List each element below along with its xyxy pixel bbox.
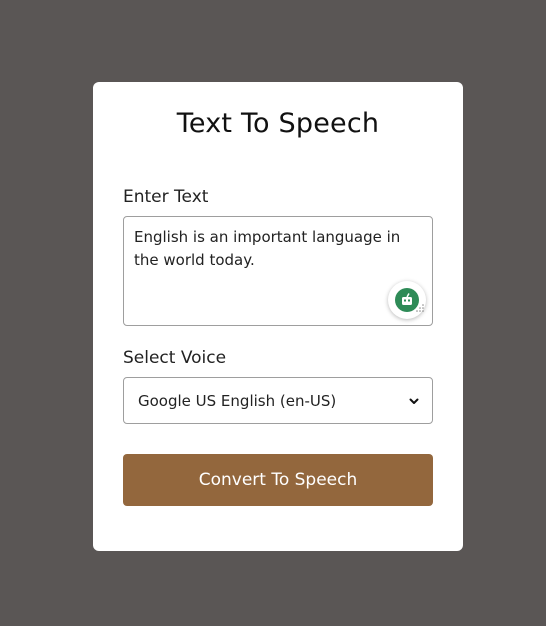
voice-select-value: Google US English (en-US): [138, 391, 337, 410]
convert-to-speech-button[interactable]: Convert To Speech: [123, 454, 433, 506]
enter-text-label: Enter Text: [123, 187, 209, 207]
page-title: Text To Speech: [176, 108, 380, 139]
select-voice-label: Select Voice: [123, 348, 227, 368]
resize-grip-icon[interactable]: [416, 297, 424, 316]
tts-card: Text To Speech Enter Text English is an …: [93, 82, 463, 551]
text-input-value[interactable]: English is an important language in the …: [124, 217, 432, 325]
chevron-down-icon: [408, 395, 420, 407]
text-input-field[interactable]: English is an important language in the …: [123, 216, 433, 326]
voice-select[interactable]: Google US English (en-US): [123, 377, 433, 424]
